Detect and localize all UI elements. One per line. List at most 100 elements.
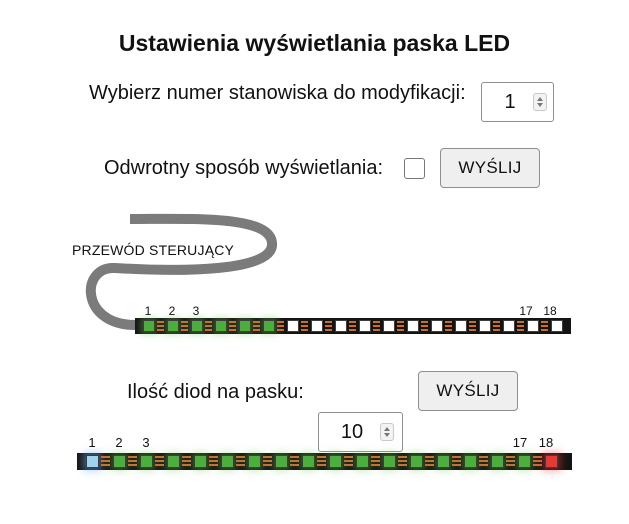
strip-bottom-pad [236,464,245,466]
strip-top-pad [469,325,476,327]
strip-bottom-pad [533,464,542,466]
strip-bottom-led [437,455,450,468]
wire-label: PRZEWÓD STERUJĄCY [72,242,235,258]
strip-bottom-pad [479,460,488,462]
strip-bottom-pad [155,460,164,462]
strip-top-pad [253,325,260,327]
strip-top-led [335,320,347,332]
strip-bottom-pad [263,464,272,466]
strip-top-led [455,320,467,332]
strip-top-pad [397,325,404,327]
strip-top-led [191,320,203,332]
strip-top-pad [421,329,428,331]
strip-top-num-1: 1 [144,304,152,318]
strip-bottom-pad [344,464,353,466]
strip-bottom-pad [290,464,299,466]
strip-bottom-pad [317,464,326,466]
strip-top-led [239,320,251,332]
strip-bottom-pad [398,456,407,458]
strip-bottom-led [167,455,180,468]
strip-bottom-pad [398,460,407,462]
strip-top-pad [229,325,236,327]
strip-bottom-led [545,455,558,468]
strip-bottom-pad [425,456,434,458]
strip-bottom-pad [398,464,407,466]
strip-top-pad [325,329,332,331]
strip-top-pad [493,321,500,323]
strip-top-led [263,320,275,332]
strip-top-pad [277,321,284,323]
strip-bottom-pad [479,456,488,458]
strip-bottom-pad [128,464,137,466]
strip-top-pad [181,321,188,323]
strip-bottom-led [86,455,99,468]
strip-top-led [431,320,443,332]
strip-top-pad [325,325,332,327]
strip-bottom-led [113,455,126,468]
strip-bottom-pad [452,460,461,462]
strip-top-pad [445,325,452,327]
strip-top-pad [397,321,404,323]
strip-bottom-pad [182,456,191,458]
strip-top-pad [157,325,164,327]
strip-bottom-pad [209,460,218,462]
strip-top-led [167,320,179,332]
strip-top-led [287,320,299,332]
strip-top-pad [229,329,236,331]
strip-bottom-pad [155,456,164,458]
strip-top-pad [349,329,356,331]
strip-top-pad [205,325,212,327]
strip-top-pad [301,325,308,327]
strip-bottom-num-18: 18 [538,435,554,450]
led-count-submit-button[interactable]: WYŚLIJ [418,371,518,411]
strip-top-led [527,320,539,332]
strip-bottom-pad [371,464,380,466]
strip-bottom-num-2: 2 [115,435,123,450]
strip-bottom-pad [533,456,542,458]
strip-bottom-num-1: 1 [88,435,96,450]
strip-bottom-pad [533,460,542,462]
strip-top-pad [517,325,524,327]
strip-bottom-pad [506,456,515,458]
strip-bottom-pad [182,460,191,462]
strip-top-pad [541,329,548,331]
strip-bottom-pad [344,456,353,458]
strip-bottom-pad [425,460,434,462]
strip-bottom-led [140,455,153,468]
strip-bottom-led [221,455,234,468]
strip-top-led [311,320,323,332]
led-count-spinner[interactable] [380,423,394,441]
strip-bottom-pad [236,456,245,458]
strip-top-pad [157,329,164,331]
strip-bottom-pad [128,456,137,458]
strip-top-pad [181,329,188,331]
led-count-input[interactable]: 10 [318,412,403,452]
strip-bottom-pad [506,464,515,466]
strip-bottom-pad [344,460,353,462]
strip-top-led [407,320,419,332]
strip-top-led [551,320,563,332]
strip-top-pad [421,321,428,323]
strip-top-pad [181,325,188,327]
strip-top-pad [373,321,380,323]
led-count-label: Ilość diod na pasku: [127,381,304,403]
strip-bottom-pad [290,460,299,462]
strip-top-led [479,320,491,332]
strip-top-pad [517,321,524,323]
strip-bottom-pad [479,464,488,466]
strip-top-num-18: 18 [543,304,557,318]
strip-bottom-pad [263,460,272,462]
strip-top-led [143,320,155,332]
strip-bottom-pad [506,460,515,462]
strip-bottom-led [518,455,531,468]
strip-bottom-pad [452,464,461,466]
strip-top-pad [229,321,236,323]
strip-top-pad [253,329,260,331]
strip-top-pad [373,325,380,327]
strip-top-pad [205,329,212,331]
strip-top-led [503,320,515,332]
led-count-value: 10 [340,421,364,443]
strip-top-pad [277,329,284,331]
strip-top-pad [469,321,476,323]
strip-bottom-pad [101,456,110,458]
